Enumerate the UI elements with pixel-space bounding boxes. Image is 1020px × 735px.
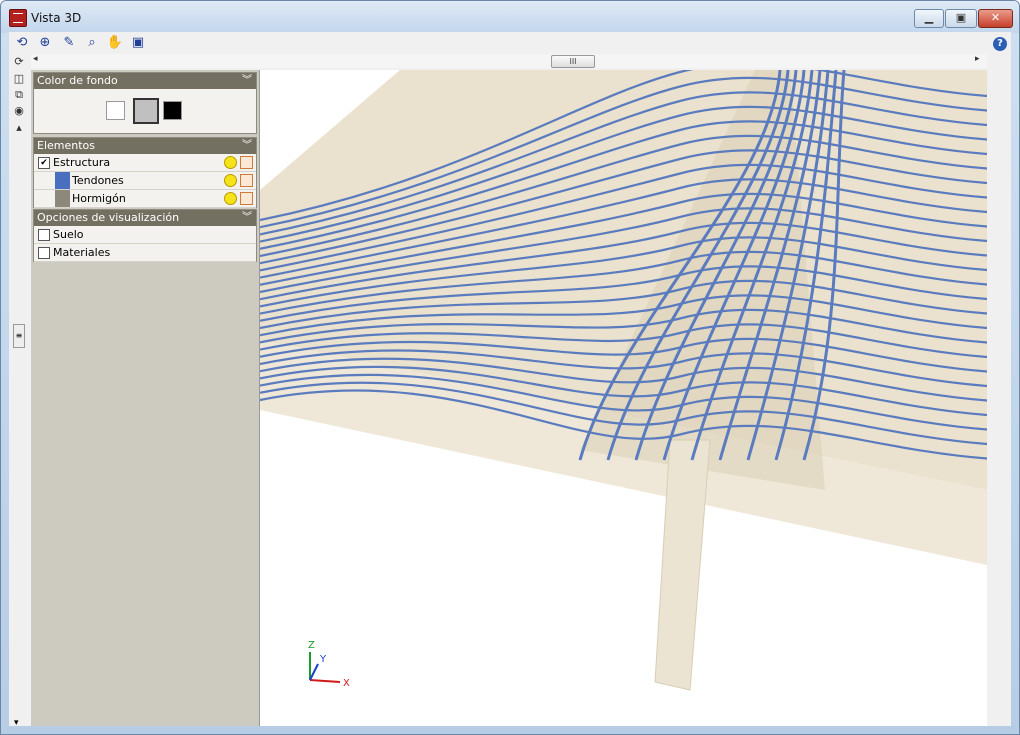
swatch-white[interactable] (106, 101, 125, 120)
list-item[interactable]: Hormigón (34, 190, 256, 208)
view-options-section: Opciones de visualización ︾ Suelo Materia… (33, 209, 257, 262)
elements-section: Elementos ︾ ✔ Estructura Tendones Hormigó… (33, 137, 257, 208)
right-margin (987, 70, 1011, 726)
collapse-icon[interactable]: ︾ (242, 138, 252, 154)
y-axis-label: Y (319, 654, 327, 665)
zoom-extents-icon[interactable]: ⊕ (36, 34, 54, 52)
background-color-section: Color de fondo ︾ (33, 72, 257, 134)
rotate-icon[interactable]: ⟲ (13, 34, 31, 52)
title-bar: Vista 3D ▁ ▣ ✕ (1, 1, 1019, 33)
list-item-label: Materiales (53, 246, 111, 259)
list-item[interactable]: Tendones (34, 172, 256, 190)
window-title: Vista 3D (31, 11, 82, 25)
pencil-icon[interactable]: ✎ (60, 34, 78, 52)
checkbox-materiales[interactable] (38, 247, 50, 259)
cube-wire-icon[interactable]: ⧉ (11, 87, 27, 102)
minimize-button[interactable]: ▁ (914, 9, 944, 28)
elements-section-title: Elementos (37, 139, 96, 152)
background-section-title: Color de fondo (37, 74, 118, 87)
checkbox-suelo[interactable] (38, 229, 50, 241)
client-area: ⟲ ⊕ ✎ ⌕ ✋ ▣ ? ⟳ ◫ ⧉ ◉ ▴ ≡ ▾ ◂ III ▸ Colo… (9, 32, 1011, 728)
zoom-icon[interactable]: ⌕ (83, 34, 101, 52)
window-icon[interactable]: ▣ (129, 34, 147, 52)
close-icon: ✕ (990, 11, 1001, 24)
bulb-icon[interactable] (224, 174, 237, 187)
cube-icon[interactable] (240, 192, 253, 205)
scroll-down-icon[interactable]: ▾ (14, 718, 19, 728)
cube-icon[interactable] (240, 174, 253, 187)
minimize-icon: ▁ (924, 11, 934, 24)
cube-icon[interactable]: ◫ (11, 71, 27, 86)
window: Vista 3D ▁ ▣ ✕ ⟲ ⊕ ✎ ⌕ ✋ ▣ ? ⟳ ◫ ⧉ ◉ ▴ ≡… (0, 0, 1020, 735)
rotate-view-icon[interactable]: ⟳ (11, 54, 27, 69)
eye-icon[interactable]: ◉ (11, 103, 27, 118)
bulb-icon[interactable] (224, 156, 237, 169)
panel-scrollbar[interactable]: ≡ ▾ (13, 128, 25, 728)
swatch-black[interactable] (163, 101, 182, 120)
toolbar: ⟲ ⊕ ✎ ⌕ ✋ ▣ ? (9, 32, 1011, 54)
collapse-icon[interactable]: ︾ (242, 73, 252, 89)
maximize-button[interactable]: ▣ (945, 9, 977, 28)
z-axis-label: Z (308, 640, 315, 651)
y-axis-line (309, 663, 319, 681)
axis-gizmo: Z Y X (308, 640, 350, 689)
cube-icon[interactable] (240, 156, 253, 169)
app-icon (9, 9, 27, 27)
3d-scene: Z Y X (260, 70, 987, 691)
bulb-icon[interactable] (224, 192, 237, 205)
panel-scroll-grip[interactable]: ≡ (13, 324, 25, 348)
list-item-label: Hormigón (72, 192, 126, 205)
list-item-label: Tendones (72, 174, 124, 187)
checkbox-estructura[interactable]: ✔ (38, 157, 50, 169)
view-options-header[interactable]: Opciones de visualización ︾ (34, 210, 256, 226)
list-item[interactable]: ✔ Estructura (34, 154, 256, 172)
view-options-title: Opciones de visualización (37, 211, 180, 224)
side-panel: Color de fondo ︾ Elementos ︾ ✔ Estructura … (31, 70, 260, 726)
scroll-left-icon[interactable]: ◂ (33, 54, 38, 64)
x-axis-label: X (343, 678, 350, 689)
pan-hand-icon[interactable]: ✋ (106, 34, 124, 52)
list-item[interactable]: Suelo (34, 226, 256, 244)
list-item-label: Suelo (53, 228, 84, 241)
scroll-right-icon[interactable]: ▸ (975, 54, 980, 64)
x-axis-line (309, 679, 341, 683)
list-item-label: Estructura (53, 156, 111, 169)
horizontal-scrollbar[interactable]: ◂ III ▸ (31, 54, 987, 68)
maximize-icon: ▣ (955, 11, 967, 24)
help-icon[interactable]: ? (993, 37, 1007, 51)
3d-viewport[interactable]: Z Y X (260, 70, 987, 726)
elements-section-header[interactable]: Elementos ︾ (34, 138, 256, 154)
background-section-header[interactable]: Color de fondo ︾ (34, 73, 256, 89)
list-item[interactable]: Materiales (34, 244, 256, 262)
collapse-icon[interactable]: ︾ (242, 210, 252, 226)
hormigon-color-icon (55, 190, 70, 207)
tendones-color-icon (55, 172, 70, 189)
close-button[interactable]: ✕ (978, 9, 1013, 28)
swatch-gray[interactable] (133, 98, 159, 124)
scroll-thumb[interactable]: III (551, 55, 595, 68)
